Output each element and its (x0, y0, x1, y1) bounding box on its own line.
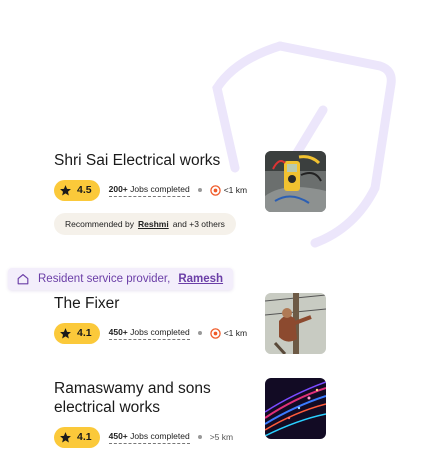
jobs-label: Jobs completed (130, 326, 190, 337)
separator-dot (197, 435, 202, 439)
listing-meta: 4.1 450+ Jobs completed >5 km (54, 426, 233, 448)
home-icon (17, 274, 29, 285)
listing-meta: 4.5 200+ Jobs completed <1 km (54, 179, 247, 201)
listing-title[interactable]: The Fixer (54, 294, 254, 313)
recommendation-suffix: and +3 others (172, 219, 225, 229)
recommender-name[interactable]: Reshmi (138, 219, 169, 229)
shield-watermark-icon (212, 41, 396, 248)
distance-value: >5 km (209, 432, 234, 442)
star-icon (60, 327, 71, 338)
distance: <1 km (209, 184, 248, 196)
rating-badge: 4.1 (54, 322, 100, 344)
target-icon (209, 327, 221, 339)
jobs-completed[interactable]: 200+ Jobs completed (108, 183, 190, 197)
listing-thumbnail[interactable] (265, 378, 326, 439)
listing-meta: 4.1 450+ Jobs completed <1 km (54, 322, 247, 344)
rating-badge: 4.5 (54, 179, 100, 201)
star-icon (60, 431, 71, 442)
jobs-label: Jobs completed (130, 430, 190, 441)
target-icon (209, 184, 221, 196)
electrician-multimeter-image (265, 151, 326, 212)
distance: <1 km (209, 327, 248, 339)
listing-thumbnail[interactable] (265, 151, 326, 212)
provider-name[interactable]: Ramesh (178, 273, 223, 285)
provider-label: Resident service provider, (38, 273, 171, 285)
rating-value: 4.1 (77, 431, 92, 443)
rating-badge: 4.1 (54, 426, 100, 448)
listing-title[interactable]: Shri Sai Electrical works (54, 151, 254, 170)
rating-value: 4.5 (77, 184, 92, 196)
recommendation-chip[interactable]: Recommended by Reshmi and +3 others (54, 213, 236, 235)
star-icon (60, 184, 71, 195)
resident-provider-banner[interactable]: Resident service provider, Ramesh (8, 268, 234, 290)
fiber-optic-image (265, 378, 326, 439)
recommendation-prefix: Recommended by (65, 219, 134, 229)
jobs-count: 450+ (108, 430, 128, 441)
jobs-count: 200+ (108, 183, 128, 194)
listing-thumbnail[interactable] (265, 293, 326, 354)
listing-title[interactable]: Ramaswamy and sons electrical works (54, 379, 244, 417)
electrician-pole-image (265, 293, 326, 354)
distance-value: <1 km (223, 185, 248, 195)
distance: >5 km (210, 432, 233, 442)
jobs-count: 450+ (108, 326, 128, 337)
distance-value: <1 km (223, 328, 248, 338)
separator-dot (197, 188, 202, 192)
jobs-completed[interactable]: 450+ Jobs completed (108, 430, 190, 444)
rating-value: 4.1 (77, 327, 92, 339)
jobs-completed[interactable]: 450+ Jobs completed (108, 326, 190, 340)
jobs-label: Jobs completed (130, 183, 190, 194)
separator-dot (197, 331, 202, 335)
